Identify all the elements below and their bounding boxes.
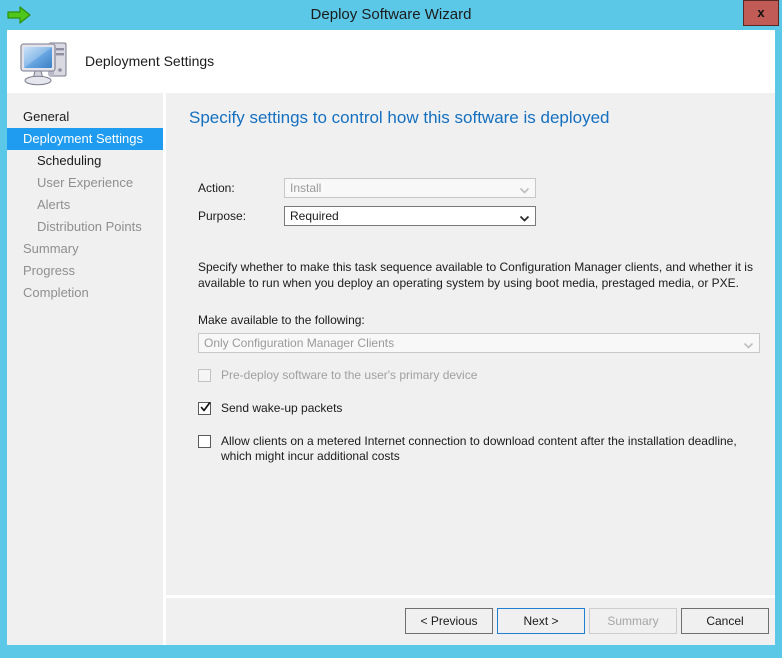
content-pane: Specify settings to control how this sof… (166, 93, 775, 595)
sidebar-item-completion: Completion (7, 282, 163, 304)
deploy-software-wizard-window: Deploy Software Wizard x (0, 0, 782, 658)
next-button[interactable]: Next > (497, 608, 585, 634)
predeploy-software-label: Pre-deploy software to the user's primar… (221, 368, 758, 383)
sidebar-item-alerts: Alerts (7, 194, 163, 216)
wizard-body: GeneralDeployment SettingsSchedulingUser… (7, 93, 775, 645)
action-dropdown: Install (284, 178, 536, 198)
cancel-button[interactable]: Cancel (681, 608, 769, 634)
make-available-label: Make available to the following: (198, 313, 365, 327)
sidebar-item-progress: Progress (7, 260, 163, 282)
header-title: Deployment Settings (85, 30, 214, 93)
sidebar-item-scheduling[interactable]: Scheduling (7, 150, 163, 172)
title-bar: Deploy Software Wizard x (0, 0, 782, 30)
allow-metered-connection-checkbox[interactable] (198, 435, 211, 448)
close-icon: x (744, 1, 778, 25)
sidebar-item-user-experience: User Experience (7, 172, 163, 194)
sidebar-item-deployment-settings[interactable]: Deployment Settings (7, 128, 163, 150)
send-wakeup-packets-checkbox[interactable] (198, 402, 211, 415)
chevron-down-icon (519, 183, 530, 194)
purpose-dropdown-value: Required (290, 207, 339, 225)
computer-icon (16, 33, 74, 89)
checkmark-icon (200, 401, 211, 414)
sidebar-item-general[interactable]: General (7, 106, 163, 128)
previous-button[interactable]: < Previous (405, 608, 493, 634)
purpose-label: Purpose: (198, 209, 246, 223)
window-title: Deploy Software Wizard (0, 0, 782, 30)
action-dropdown-value: Install (290, 179, 321, 197)
sidebar-item-summary: Summary (7, 238, 163, 260)
close-button[interactable]: x (743, 0, 779, 26)
page-title: Specify settings to control how this sof… (189, 108, 610, 128)
send-wakeup-packets-label: Send wake-up packets (221, 401, 758, 416)
summary-button: Summary (589, 608, 677, 634)
wizard-footer: < Previous Next > Summary Cancel (166, 598, 775, 645)
make-available-dropdown: Only Configuration Manager Clients (198, 333, 760, 353)
chevron-down-icon (519, 211, 530, 222)
description-text: Specify whether to make this task sequen… (198, 259, 758, 291)
wizard-header: Deployment Settings (7, 30, 775, 93)
predeploy-software-checkbox (198, 369, 211, 382)
make-available-dropdown-value: Only Configuration Manager Clients (204, 334, 394, 352)
purpose-dropdown[interactable]: Required (284, 206, 536, 226)
allow-metered-connection-label: Allow clients on a metered Internet conn… (221, 434, 758, 464)
action-label: Action: (198, 181, 235, 195)
chevron-down-icon (743, 338, 754, 349)
sidebar-item-distribution-points: Distribution Points (7, 216, 163, 238)
wizard-step-nav: GeneralDeployment SettingsSchedulingUser… (7, 93, 163, 645)
